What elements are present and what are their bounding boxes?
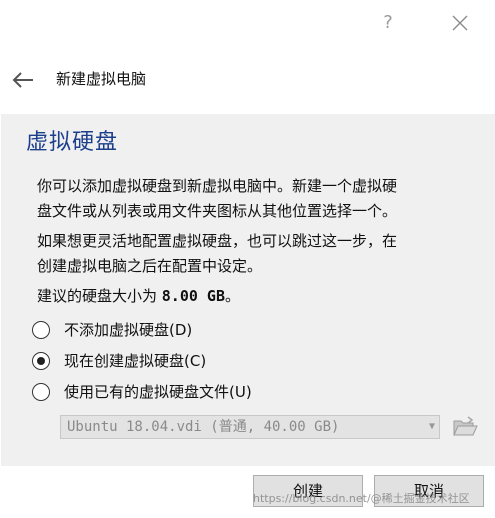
wizard-title: 新建虚拟电脑: [56, 70, 147, 88]
wizard-header: 新建虚拟电脑: [0, 46, 495, 116]
existing-disk-select[interactable]: Ubuntu 18.04.vdi (普通, 40.00 GB) ▼: [60, 415, 440, 439]
content-panel: 虚拟硬盘 你可以添加虚拟硬盘到新虚拟电脑中。新建一个虚拟硬 盘文件或从列表或用文…: [1, 114, 495, 466]
radio-create-disk[interactable]: 现在创建虚拟硬盘(C): [32, 350, 282, 374]
watermark-text: https://blog.csdn.net/@稀土掘金技术社区: [253, 492, 470, 505]
radio-button[interactable]: [32, 352, 50, 370]
help-button[interactable]: ?: [368, 6, 408, 40]
radio-label: 使用已有的虚拟硬盘文件(U): [64, 383, 252, 401]
radio-button[interactable]: [32, 321, 50, 339]
radio-label: 不添加虚拟硬盘(D): [64, 321, 193, 339]
recommended-prefix: 建议的硬盘大小为: [37, 287, 162, 305]
close-button[interactable]: [440, 6, 480, 40]
radio-button[interactable]: [32, 383, 50, 401]
skip-line-1: 如果想更灵活地配置虚拟硬盘，也可以跳过这一步，在: [37, 232, 398, 250]
folder-open-icon: [453, 416, 478, 436]
title-bar: ?: [0, 0, 495, 46]
recommended-suffix: 。: [225, 287, 241, 305]
choose-disk-file-button[interactable]: [451, 414, 479, 440]
radio-label: 现在创建虚拟硬盘(C): [64, 352, 207, 370]
back-button[interactable]: [11, 70, 35, 90]
intro-line-2: 盘文件或从列表或用文件夹图标从其他位置选择一个。: [37, 202, 398, 220]
intro-paragraph: 你可以添加虚拟硬盘到新虚拟电脑中。新建一个虚拟硬 盘文件或从列表或用文件夹图标从…: [37, 174, 477, 224]
radio-selected-dot: [37, 357, 45, 365]
recommended-size-value: 8.00 GB: [161, 287, 225, 305]
chevron-down-icon: ▼: [428, 421, 435, 432]
skip-line-2: 创建虚拟电脑之后在配置中设定。: [37, 257, 263, 275]
recommended-size-text: 建议的硬盘大小为 8.00 GB。: [37, 284, 477, 309]
existing-disk-value: Ubuntu 18.04.vdi (普通, 40.00 GB): [67, 419, 340, 435]
intro-line-1: 你可以添加虚拟硬盘到新虚拟电脑中。新建一个虚拟硬: [37, 177, 398, 195]
radio-use-existing-disk[interactable]: 使用已有的虚拟硬盘文件(U): [32, 381, 332, 405]
skip-paragraph: 如果想更灵活地配置虚拟硬盘，也可以跳过这一步，在 创建虚拟电脑之后在配置中设定。: [37, 229, 477, 279]
close-icon: [452, 15, 468, 31]
radio-no-disk[interactable]: 不添加虚拟硬盘(D): [32, 319, 282, 343]
back-arrow-icon: [12, 72, 33, 88]
page-title: 虚拟硬盘: [26, 130, 119, 155]
